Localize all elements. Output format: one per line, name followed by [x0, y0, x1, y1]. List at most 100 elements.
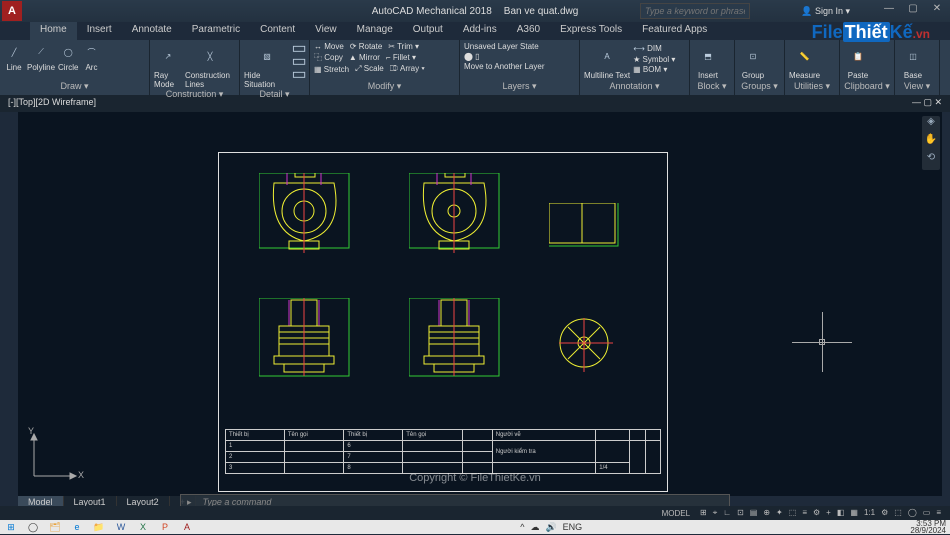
layer-row[interactable]: ⬤ ▯: [464, 52, 545, 61]
modify-fillet-button[interactable]: ⌐ Fillet ▾: [386, 52, 416, 63]
group-icon: ⊡: [739, 42, 767, 70]
status-toggle[interactable]: ◯: [905, 508, 920, 517]
status-toggle[interactable]: ⊞: [697, 508, 710, 517]
tab-featured-apps[interactable]: Featured Apps: [632, 22, 717, 40]
ucs-icon: X Y: [26, 426, 86, 488]
system-clock[interactable]: 3:53 PM28/9/2024: [910, 520, 950, 534]
nav-pan-icon[interactable]: ✋: [922, 134, 940, 152]
polyline-button[interactable]: ⟋Polyline: [27, 42, 55, 72]
modify-mirror-button[interactable]: ▲ Mirror: [349, 52, 380, 63]
search-input[interactable]: [640, 3, 750, 19]
panel-detail-title[interactable]: Detail ▾: [244, 89, 305, 101]
taskbar-app[interactable]: ◯: [22, 520, 44, 534]
taskbar-app[interactable]: W: [110, 520, 132, 534]
modify-move-button[interactable]: ↔ Move: [314, 42, 344, 51]
tab-home[interactable]: Home: [30, 22, 77, 40]
tab-add-ins[interactable]: Add-ins: [453, 22, 507, 40]
panel-draw-title[interactable]: Draw ▾: [4, 81, 145, 93]
panel-utilities-title[interactable]: Utilities ▾: [789, 81, 835, 93]
layer-row[interactable]: Move to Another Layer: [464, 62, 545, 71]
status-toggle[interactable]: ⚙: [810, 508, 823, 517]
tab-view[interactable]: View: [305, 22, 347, 40]
taskbar-app[interactable]: e: [66, 520, 88, 534]
panel-layers-title[interactable]: Layers ▾: [464, 81, 575, 93]
tray-icon[interactable]: ENG: [563, 522, 583, 533]
view-cube-nav[interactable]: ◈ ✋ ⟲: [922, 116, 940, 170]
status-toggle[interactable]: ⊕: [760, 508, 773, 517]
status-toggle[interactable]: ⚙: [878, 508, 891, 517]
tab-output[interactable]: Output: [403, 22, 453, 40]
tab-manage[interactable]: Manage: [347, 22, 403, 40]
tray-icon[interactable]: ☁: [530, 522, 539, 533]
modify-copy-button[interactable]: ⿻ Copy: [314, 52, 343, 63]
status-toggle[interactable]: ▦: [847, 508, 861, 517]
status-toggle[interactable]: ▤: [747, 508, 761, 517]
ribbon-tabs: HomeInsertAnnotateParametricContentViewM…: [0, 22, 950, 40]
construction-lines-button[interactable]: ╳Construction Lines: [185, 42, 235, 89]
signin-button[interactable]: 👤 Sign In ▾: [801, 6, 850, 17]
multiline-text-button[interactable]: AMultiline Text: [584, 42, 630, 80]
panel-modify-title[interactable]: Modify ▾: [314, 81, 455, 93]
taskbar-app[interactable]: ⊞: [0, 520, 22, 534]
viewport-controls[interactable]: — ▢ ✕: [912, 97, 942, 111]
modify-trim-button[interactable]: ✂ Trim ▾: [388, 42, 419, 51]
status-toggle[interactable]: ⬚: [891, 508, 905, 517]
taskbar-app[interactable]: P: [154, 520, 176, 534]
bom-button[interactable]: ▦ BOM ▾: [633, 65, 675, 74]
model-space-button[interactable]: MODEL: [659, 509, 693, 518]
status-toggle[interactable]: 1:1: [861, 508, 878, 517]
base-view-button[interactable]: ◫Base: [899, 42, 927, 80]
status-toggle[interactable]: +: [823, 508, 834, 517]
modify-rotate-button[interactable]: ⟳ Rotate: [350, 42, 383, 51]
status-toggle[interactable]: ⊡: [734, 508, 747, 517]
status-toggle[interactable]: ⌖: [710, 508, 721, 517]
status-toggle[interactable]: ✦: [773, 508, 786, 517]
nav-compass-icon[interactable]: ◈: [922, 116, 940, 134]
ray-mode-button[interactable]: ↗Ray Mode: [154, 42, 182, 89]
modify-scale-button[interactable]: ⤢ Scale: [355, 64, 384, 74]
line-button[interactable]: ╱Line: [4, 42, 24, 72]
measure-button[interactable]: 📏Measure: [789, 42, 820, 80]
taskbar-app[interactable]: X: [132, 520, 154, 534]
panel-clipboard-title[interactable]: Clipboard ▾: [844, 81, 890, 93]
nav-orbit-icon[interactable]: ⟲: [922, 152, 940, 170]
close-button[interactable]: ✕: [926, 3, 948, 19]
paste-button[interactable]: 📋Paste: [844, 42, 872, 80]
panel-view-title[interactable]: View ▾: [899, 81, 935, 93]
status-toggle[interactable]: ≡: [799, 508, 810, 517]
circle-button[interactable]: ◯Circle: [58, 42, 78, 72]
tray-icon[interactable]: ^: [520, 522, 524, 533]
panel-construction-title[interactable]: Construction ▾: [154, 89, 235, 101]
panel-block-title[interactable]: Block ▾: [694, 81, 730, 93]
line-icon: ╱: [4, 42, 24, 62]
taskbar-app[interactable]: 📁: [88, 520, 110, 534]
status-toggle[interactable]: ◧: [834, 508, 848, 517]
tab-annotate[interactable]: Annotate: [122, 22, 182, 40]
status-toggle[interactable]: ≡: [933, 508, 944, 517]
layer-row[interactable]: Unsaved Layer State: [464, 42, 545, 51]
app-icon[interactable]: A: [2, 1, 22, 21]
status-toggle[interactable]: ∟: [720, 508, 734, 517]
arc-button[interactable]: ⌒Arc: [81, 42, 101, 72]
taskbar-app[interactable]: 🗂: [44, 520, 66, 534]
tab-a360[interactable]: A360: [507, 22, 550, 40]
minimize-button[interactable]: —: [878, 3, 900, 19]
modify-array-button[interactable]: ⎄ Array ▾: [390, 64, 425, 74]
panel-groups-title[interactable]: Groups ▾: [739, 81, 780, 93]
dim-button[interactable]: ⟷DIM: [633, 42, 675, 54]
insert-button[interactable]: ⬒Insert: [694, 42, 722, 80]
tab-insert[interactable]: Insert: [77, 22, 122, 40]
maximize-button[interactable]: ▢: [902, 3, 924, 19]
tab-parametric[interactable]: Parametric: [182, 22, 250, 40]
group-button[interactable]: ⊡Group: [739, 42, 767, 80]
symbol-button[interactable]: ★ Symbol ▾: [633, 55, 675, 64]
panel-annotation-title[interactable]: Annotation ▾: [584, 81, 685, 93]
status-toggle[interactable]: ▭: [920, 508, 934, 517]
status-toggle[interactable]: ⬚: [786, 508, 800, 517]
hide-situation-button[interactable]: ▧ Hide Situation: [244, 42, 290, 89]
modify-stretch-button[interactable]: ▦ Stretch: [314, 64, 349, 74]
tab-express-tools[interactable]: Express Tools: [550, 22, 632, 40]
tray-icon[interactable]: 🔊: [545, 522, 556, 533]
taskbar-app[interactable]: A: [176, 520, 198, 534]
drawing-canvas[interactable]: Thiết bịTên gọi Thiết bịTên gọi Người vẽ…: [18, 112, 942, 496]
